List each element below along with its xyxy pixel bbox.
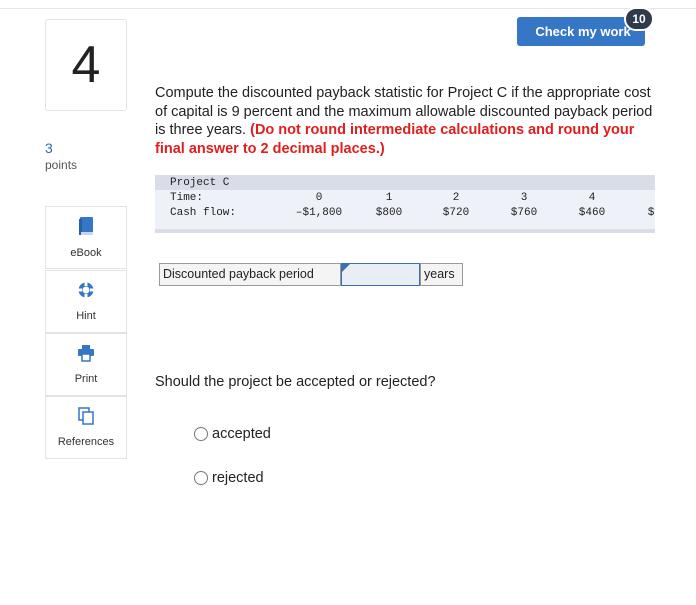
points-label: points (45, 158, 78, 172)
cash-flow-cell: $460 (578, 207, 606, 219)
time-cell: 5 (631, 192, 655, 204)
table-title: Project C (170, 177, 230, 189)
table-footer-bar (155, 229, 655, 233)
answer-row: Discounted payback period years (159, 263, 463, 286)
points-value: 3 (45, 140, 53, 156)
documents-icon (77, 407, 95, 430)
sidebar-item-label: Hint (76, 310, 96, 322)
sidebar-item-print[interactable]: Print (45, 333, 127, 396)
cash-flow-cell: $380 (647, 207, 655, 219)
lifebuoy-icon (77, 281, 95, 304)
sidebar-item-label: eBook (70, 247, 102, 259)
cash-flow-cell: $800 (375, 207, 403, 219)
book-icon (77, 216, 95, 241)
payback-period-input[interactable] (341, 263, 420, 286)
attempts-badge: 10 (624, 7, 654, 31)
top-divider (0, 8, 696, 9)
printer-icon (77, 344, 95, 367)
option-rejected[interactable]: rejected (194, 470, 264, 486)
sidebar-item-label: Print (74, 373, 98, 385)
sidebar-item-references[interactable]: References (45, 396, 127, 459)
question-number: 4 (71, 36, 101, 94)
sidebar-item-label: References (57, 436, 115, 448)
input-marker-icon (342, 264, 350, 272)
time-cell: 4 (588, 192, 596, 204)
time-label: Time: (170, 192, 204, 204)
cash-flow-label: Cash flow: (170, 207, 237, 219)
question-number-box: 4 (45, 19, 127, 111)
option-label: rejected (212, 470, 264, 486)
cash-flow-cell: $720 (442, 207, 470, 219)
answer-label: Discounted payback period (159, 263, 341, 286)
question-text: Compute the discounted payback statistic… (155, 84, 665, 158)
time-cell: 0 (315, 192, 323, 204)
sidebar-item-hint[interactable]: Hint (45, 270, 127, 333)
option-accepted[interactable]: accepted (194, 426, 271, 442)
radio-button[interactable] (194, 427, 208, 441)
cash-flow-cell: –$1,800 (295, 207, 343, 219)
table-header-bar (155, 175, 655, 190)
cash-flow-cell: $760 (510, 207, 538, 219)
question2-text: Should the project be accepted or reject… (155, 374, 436, 390)
option-label: accepted (212, 426, 271, 442)
sidebar-item-ebook[interactable]: eBook (45, 206, 127, 269)
time-cell: 3 (520, 192, 528, 204)
time-cell: 1 (385, 192, 393, 204)
time-cell: 2 (452, 192, 460, 204)
radio-button[interactable] (194, 471, 208, 485)
answer-unit: years (420, 263, 463, 286)
cash-flow-table: Project C Time: Cash flow: 0 1 2 3 4 5 –… (155, 175, 655, 233)
